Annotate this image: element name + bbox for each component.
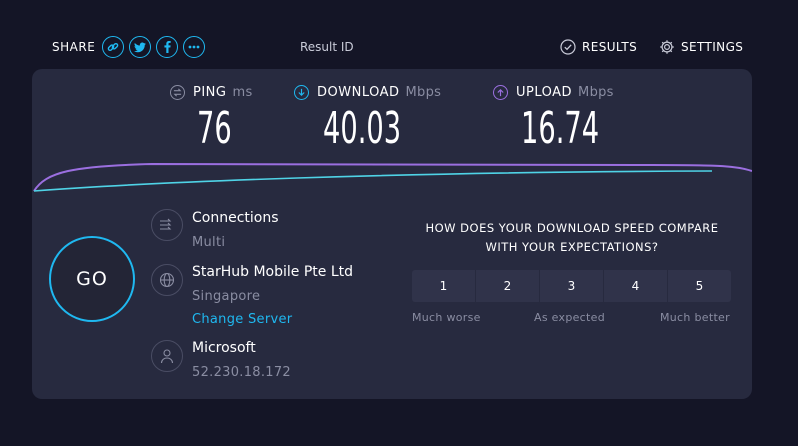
settings-button[interactable]: SETTINGS [659,39,743,55]
download-value: 40.03 [323,103,402,154]
download-metric: DOWNLOAD Mbps [294,83,441,101]
connections-icon [151,209,183,241]
go-label: GO [76,268,108,290]
scale-label-high: Much better [660,311,730,324]
globe-icon [151,264,183,296]
ping-unit: ms [232,84,253,100]
ping-metric: PING ms [170,83,253,101]
settings-label: SETTINGS [681,40,744,54]
go-button[interactable]: GO [49,236,135,322]
more-icon[interactable] [183,36,206,58]
download-graph-line [33,170,713,192]
upload-unit: Mbps [578,84,614,100]
survey-question-line2: WITH YOUR EXPECTATIONS? [485,240,659,254]
rating-button-3[interactable]: 3 [540,270,603,302]
scale-label-mid: As expected [534,311,605,324]
upload-metric: UPLOAD Mbps [493,83,614,101]
isp-name: StarHub Mobile Pte Ltd [192,264,353,280]
results-panel: PING ms 76 DOWNLOAD Mbps 40.03 UPLOAD Mb… [32,69,752,399]
ping-value: 76 [197,103,232,154]
result-id-link[interactable]: Result ID [300,40,354,54]
download-unit: Mbps [405,84,442,100]
rating-button-5[interactable]: 5 [668,270,731,302]
facebook-icon[interactable] [156,36,179,58]
survey-question: HOW DOES YOUR DOWNLOAD SPEED COMPARE WIT… [407,219,737,257]
scale-label-low: Much worse [412,311,481,324]
top-bar: SHARE Result ID RESULTS SETTINGS [0,0,798,70]
host-ip: 52.230.18.172 [192,365,292,380]
results-label: RESULTS [582,40,638,54]
upload-arrow-icon [493,84,508,100]
ping-icon [170,84,185,100]
connections-title: Connections [192,210,279,226]
person-icon [151,340,183,372]
twitter-icon[interactable] [129,36,152,58]
speed-graph [33,162,752,192]
upload-value: 16.74 [521,103,600,154]
check-circle-icon [560,39,576,55]
rating-button-1[interactable]: 1 [412,270,475,302]
link-icon[interactable] [102,36,125,58]
survey-question-line1: HOW DOES YOUR DOWNLOAD SPEED COMPARE [425,221,719,235]
connections-mode[interactable]: Multi [192,235,225,250]
change-server-link[interactable]: Change Server [192,312,292,327]
upload-graph-line [33,162,752,192]
results-button[interactable]: RESULTS [560,39,637,55]
gear-icon [660,40,674,54]
rating-scale: 1 2 3 4 5 [412,270,731,302]
share-bar: SHARE [52,36,210,58]
download-label: DOWNLOAD [317,84,400,100]
ping-label: PING [193,84,227,100]
rating-button-4[interactable]: 4 [604,270,667,302]
upload-label: UPLOAD [516,84,573,100]
isp-location: Singapore [192,289,261,304]
share-label: SHARE [52,40,96,54]
host-name: Microsoft [192,340,256,356]
rating-button-2[interactable]: 2 [476,270,539,302]
download-arrow-icon [294,84,309,100]
